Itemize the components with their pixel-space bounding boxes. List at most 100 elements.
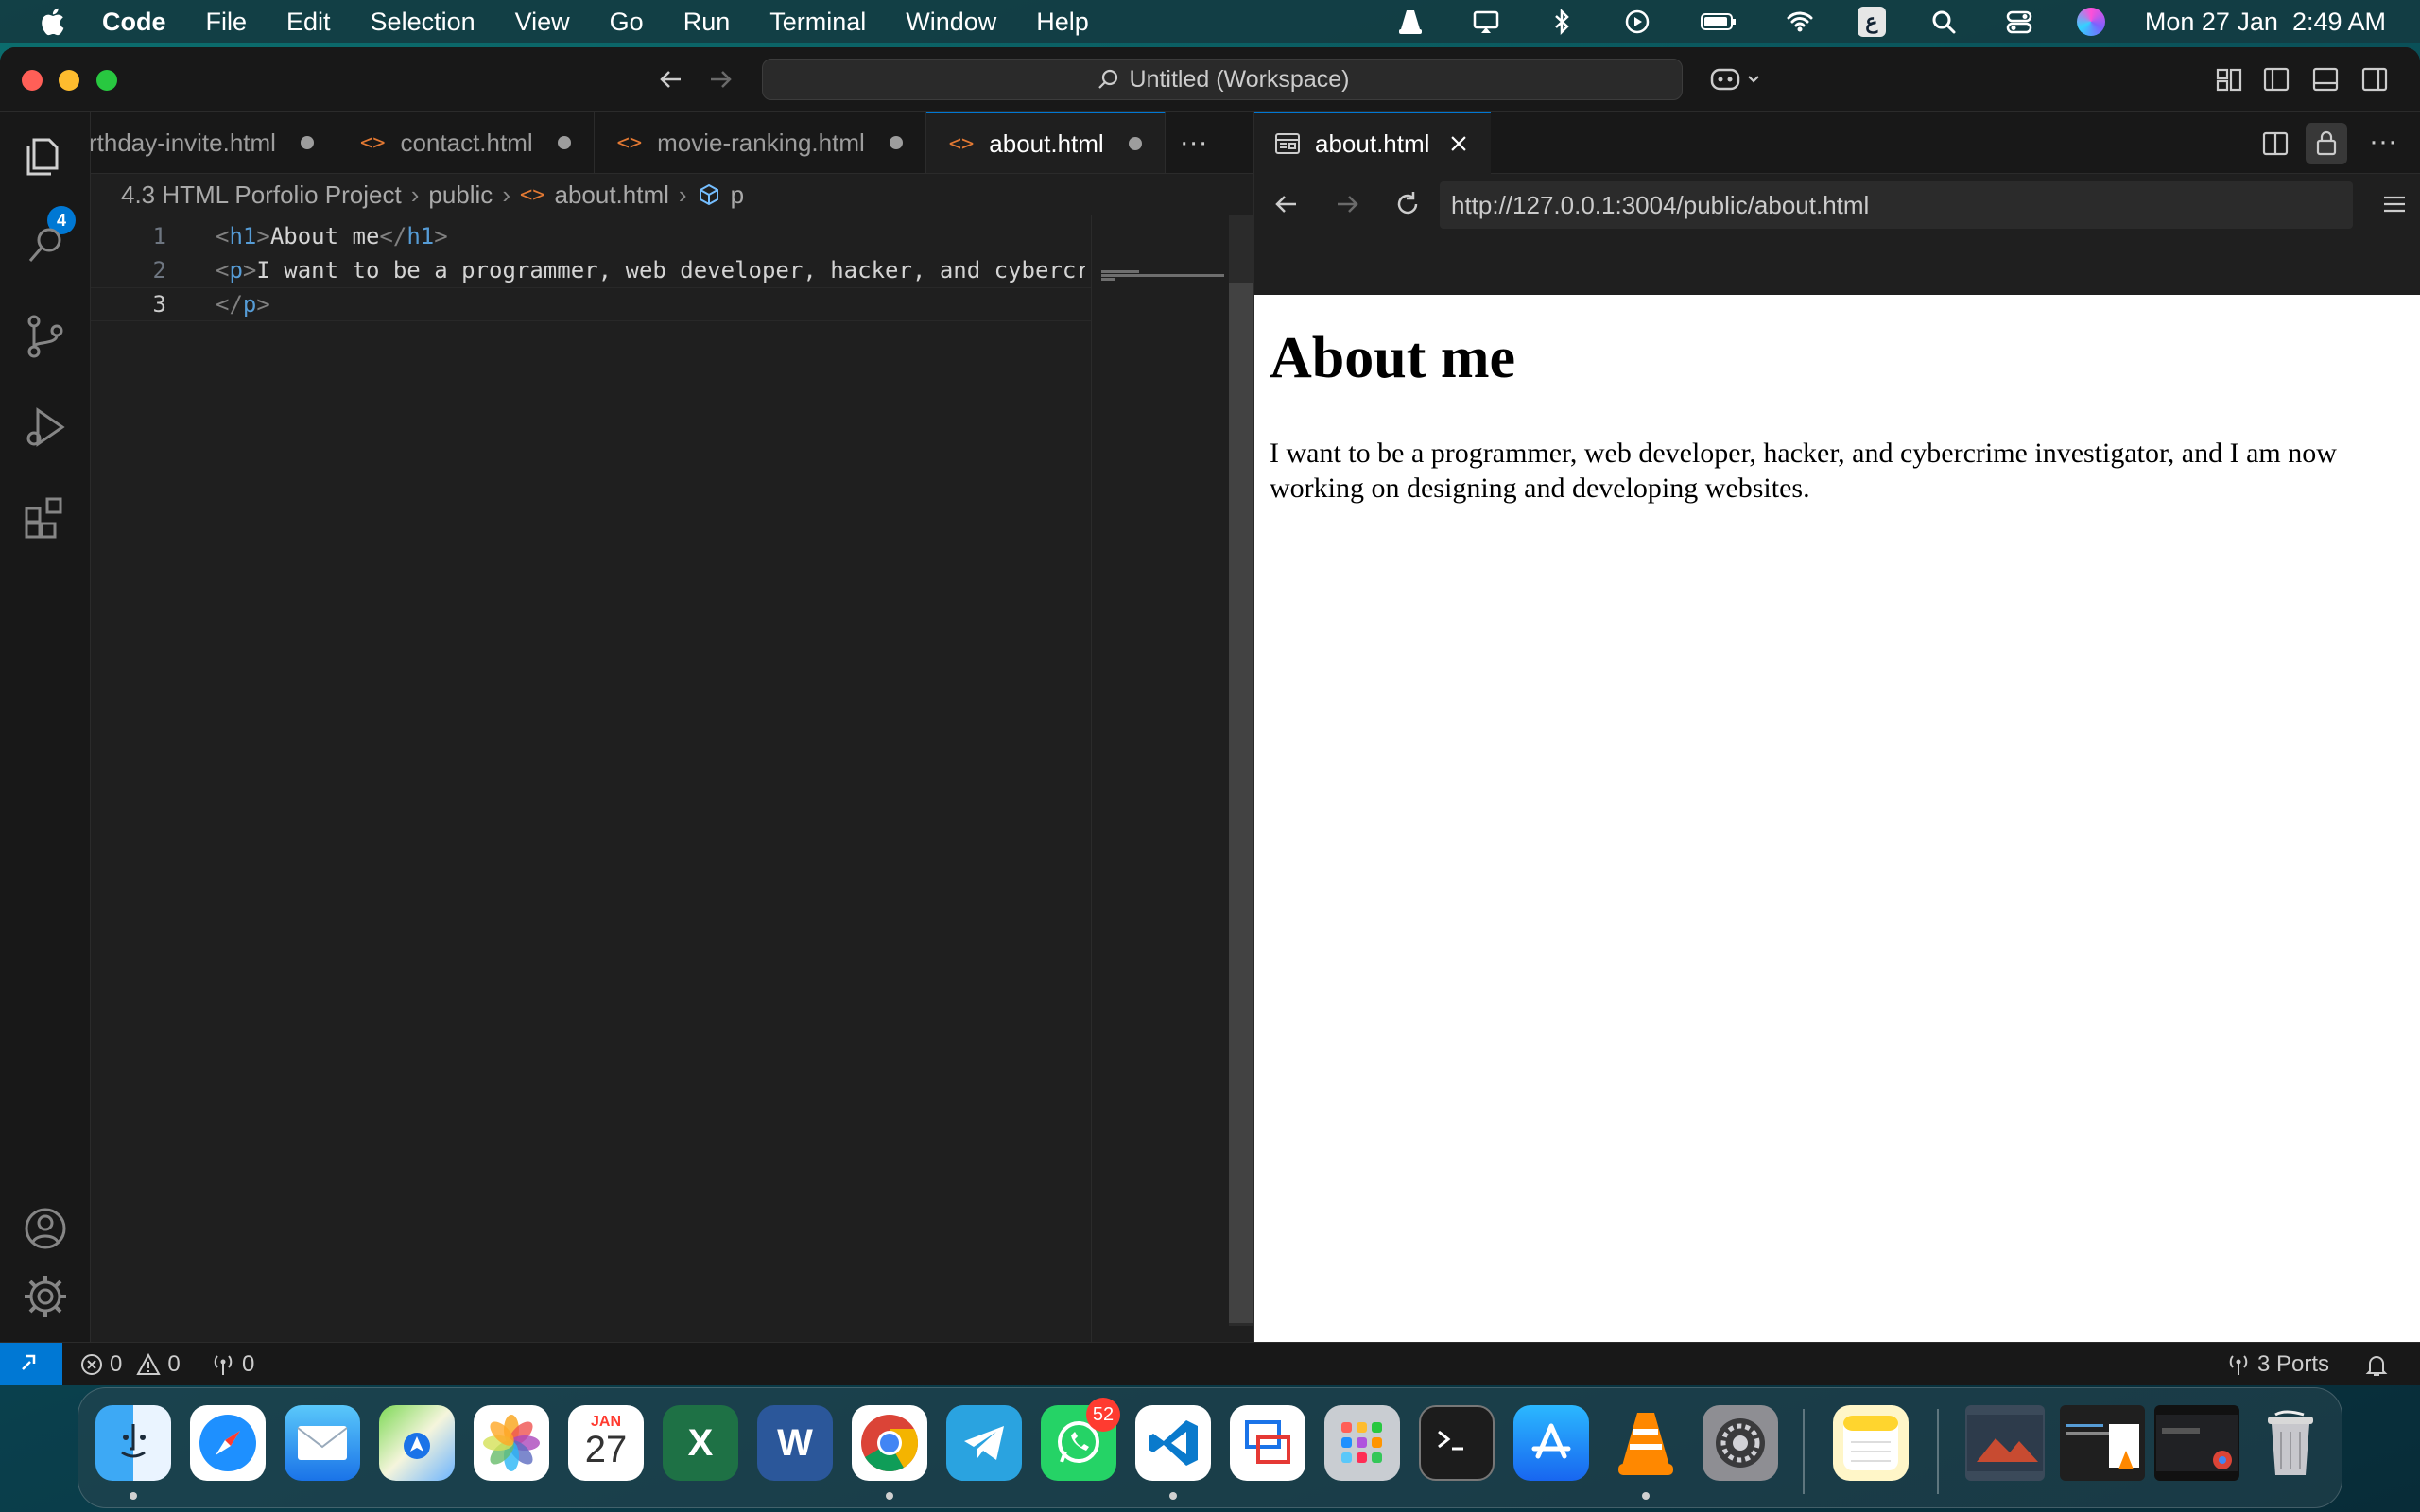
launchpad-icon[interactable] (1324, 1405, 1400, 1481)
explorer-icon[interactable] (21, 130, 70, 180)
scrollbar-thumb[interactable] (1229, 284, 1253, 1323)
extensions-icon[interactable] (21, 493, 70, 542)
tab-simple-browser[interactable]: about.html (1254, 112, 1491, 174)
error-count: 0 (110, 1351, 123, 1377)
menu-selection[interactable]: Selection (371, 8, 475, 37)
code-editor[interactable]: 1 <h1>About me</h1> 2 <p>I want to be a … (91, 215, 1093, 1385)
breadcrumb-file[interactable]: about.html (554, 180, 668, 210)
code-line-current[interactable]: 3 </p> (91, 287, 1093, 321)
breadcrumb-folder-public[interactable]: public (428, 180, 493, 210)
menu-file[interactable]: File (206, 8, 248, 37)
word-icon[interactable]: W (757, 1405, 833, 1481)
trash-icon[interactable] (2253, 1405, 2328, 1481)
lock-group-button[interactable] (2306, 123, 2347, 164)
close-icon[interactable] (1446, 131, 1471, 156)
tab-label: contact.html (400, 128, 533, 157)
tab-about[interactable]: <> about.html (925, 112, 1166, 173)
minimized-vscode-thumbnail[interactable] (2060, 1405, 2145, 1481)
code-line[interactable]: 1 <h1>About me</h1> (91, 219, 1093, 253)
split-editor-icon[interactable] (2260, 129, 2290, 159)
tab-birthday-invite[interactable]: rthday-invite.html (91, 112, 337, 173)
spotlight-search-icon[interactable] (1926, 8, 1962, 36)
system-settings-icon[interactable] (1703, 1405, 1778, 1481)
customize-layout-icon[interactable] (2214, 64, 2244, 94)
vlc-menu-icon[interactable] (1392, 8, 1428, 36)
vscode-icon[interactable] (1135, 1405, 1211, 1481)
unsaved-dot-icon[interactable] (557, 136, 571, 149)
zoom-window-button[interactable] (96, 70, 117, 91)
browser-back-icon[interactable] (1270, 187, 1304, 221)
copilot-icon[interactable] (1709, 64, 1766, 94)
menu-help[interactable]: Help (1036, 8, 1089, 37)
unsaved-dot-icon[interactable] (889, 136, 903, 149)
forwarded-ports-status[interactable]: 0 (210, 1343, 254, 1385)
telegram-icon[interactable] (946, 1405, 1022, 1481)
toggle-primary-sidebar-icon[interactable] (2261, 64, 2291, 94)
vertical-scrollbar[interactable] (1229, 215, 1253, 1326)
finder-icon[interactable] (95, 1405, 171, 1481)
remote-desktop-icon[interactable] (1230, 1405, 1305, 1481)
menu-edit[interactable]: Edit (286, 8, 331, 37)
command-center[interactable]: Untitled (Workspace) (762, 59, 1683, 100)
code-line[interactable]: 2 <p>I want to be a programmer, web deve… (91, 253, 1093, 287)
bluetooth-icon[interactable] (1544, 8, 1580, 36)
display-mirroring-icon[interactable] (1468, 8, 1504, 36)
menu-view[interactable]: View (515, 8, 570, 37)
manage-gear-icon[interactable] (21, 1272, 70, 1321)
forward-arrow-icon[interactable] (703, 62, 737, 96)
minimize-window-button[interactable] (59, 70, 79, 91)
tab-overflow-more-icon[interactable]: ··· (1166, 112, 1222, 173)
unsaved-dot-icon[interactable] (1128, 137, 1142, 150)
menu-terminal[interactable]: Terminal (769, 8, 866, 37)
run-and-debug-icon[interactable] (21, 403, 70, 452)
maps-icon[interactable] (379, 1405, 455, 1481)
excel-icon[interactable]: X (663, 1405, 738, 1481)
browser-forward-icon[interactable] (1330, 187, 1364, 221)
reload-icon[interactable] (1391, 187, 1425, 221)
more-actions-icon[interactable]: ··· (2362, 123, 2404, 164)
safari-icon[interactable] (190, 1405, 266, 1481)
mail-icon[interactable] (285, 1405, 360, 1481)
menu-app-name[interactable]: Code (102, 8, 166, 37)
menu-run[interactable]: Run (683, 8, 731, 37)
remote-indicator-button[interactable] (0, 1343, 62, 1385)
toggle-secondary-sidebar-icon[interactable] (2360, 64, 2390, 94)
minimized-chrome-thumbnail[interactable] (2154, 1405, 2239, 1481)
url-input[interactable]: http://127.0.0.1:3004/public/about.html (1440, 181, 2353, 229)
source-control-icon[interactable] (21, 312, 70, 361)
vlc-icon[interactable] (1608, 1405, 1684, 1481)
notes-icon[interactable] (1833, 1405, 1909, 1481)
app-store-icon[interactable] (1513, 1405, 1589, 1481)
now-playing-icon[interactable] (1619, 8, 1655, 36)
input-source-icon[interactable]: ع (1857, 7, 1886, 37)
toggle-panel-icon[interactable] (2310, 64, 2341, 94)
back-arrow-icon[interactable] (654, 62, 688, 96)
apple-menu-icon[interactable] (38, 7, 66, 37)
tab-contact[interactable]: <> contact.html (337, 112, 595, 173)
search-icon[interactable] (21, 221, 70, 270)
unsaved-dot-icon[interactable] (300, 136, 314, 149)
terminal-icon[interactable] (1419, 1405, 1495, 1481)
menubar-clock[interactable]: Mon 27 Jan 2:49 AM (2145, 8, 2386, 37)
breadcrumb-folder-project[interactable]: 4.3 HTML Porfolio Project (121, 180, 402, 210)
breadcrumb-symbol[interactable]: p (731, 180, 744, 210)
battery-icon[interactable] (1695, 8, 1742, 36)
minimap[interactable] (1091, 215, 1229, 1385)
warning-count: 0 (167, 1351, 181, 1377)
chrome-icon[interactable] (852, 1405, 927, 1481)
minimized-window-thumbnail[interactable] (1965, 1405, 2045, 1481)
siri-icon[interactable] (2076, 8, 2105, 36)
ports-status[interactable]: 3 Ports (2225, 1343, 2329, 1385)
tab-movie-ranking[interactable]: <> movie-ranking.html (595, 112, 926, 173)
browser-menu-icon[interactable] (2379, 189, 2410, 219)
photos-icon[interactable] (474, 1405, 549, 1481)
wifi-icon[interactable] (1782, 8, 1818, 36)
accounts-icon[interactable] (21, 1204, 70, 1253)
problems-status[interactable]: 0 0 (79, 1343, 181, 1385)
calendar-icon[interactable]: JAN 27 (568, 1405, 644, 1481)
menu-go[interactable]: Go (610, 8, 644, 37)
close-window-button[interactable] (22, 70, 43, 91)
menu-window[interactable]: Window (906, 8, 996, 37)
notifications-bell-icon[interactable] (2363, 1352, 2390, 1379)
control-center-icon[interactable] (2001, 8, 2037, 36)
